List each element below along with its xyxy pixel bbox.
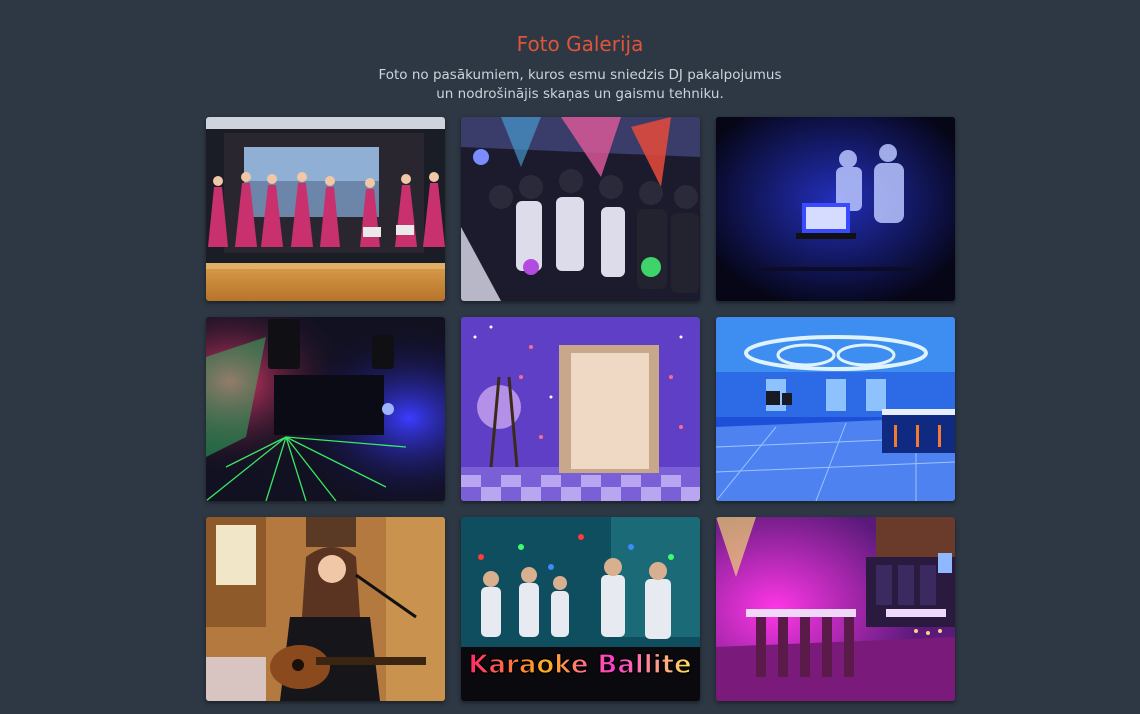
choir-stage-image: [206, 117, 445, 301]
photo-guitar-singer[interactable]: [206, 517, 445, 701]
subtitle-line-2: un nodrošinājis skaņas un gaismu tehniku…: [436, 86, 724, 102]
photo-gallery-grid: Karaoke Ballite: [206, 117, 955, 701]
dj-laptop-image: [716, 117, 955, 301]
photo-dance-party[interactable]: [461, 117, 700, 301]
page-subtitle: Foto no pasākumiem, kuros esmu sniedzis …: [0, 66, 1140, 104]
page-title: Foto Galerija: [516, 32, 644, 56]
guitar-singer-image: [206, 517, 445, 701]
purple-restaurant-image: [716, 517, 955, 701]
photo-karaoke[interactable]: Karaoke Ballite: [461, 517, 700, 701]
blue-hall-image: [716, 317, 955, 501]
karaoke-caption: Karaoke Ballite: [468, 650, 691, 680]
photo-doorway-lights[interactable]: [461, 317, 700, 501]
dance-party-image: [461, 117, 700, 301]
doorway-lights-image: [461, 317, 700, 501]
subtitle-line-1: Foto no pasākumiem, kuros esmu sniedzis …: [378, 67, 782, 83]
karaoke-image: Karaoke Ballite: [461, 517, 700, 701]
photo-choir-stage[interactable]: [206, 117, 445, 301]
photo-purple-restaurant[interactable]: [716, 517, 955, 701]
photo-blue-hall[interactable]: [716, 317, 955, 501]
photo-speakers-lasers[interactable]: [206, 317, 445, 501]
page: Foto Galerija Foto no pasākumiem, kuros …: [0, 0, 1140, 714]
speakers-lasers-image: [206, 317, 445, 501]
photo-dj-laptop-dark[interactable]: [716, 117, 955, 301]
